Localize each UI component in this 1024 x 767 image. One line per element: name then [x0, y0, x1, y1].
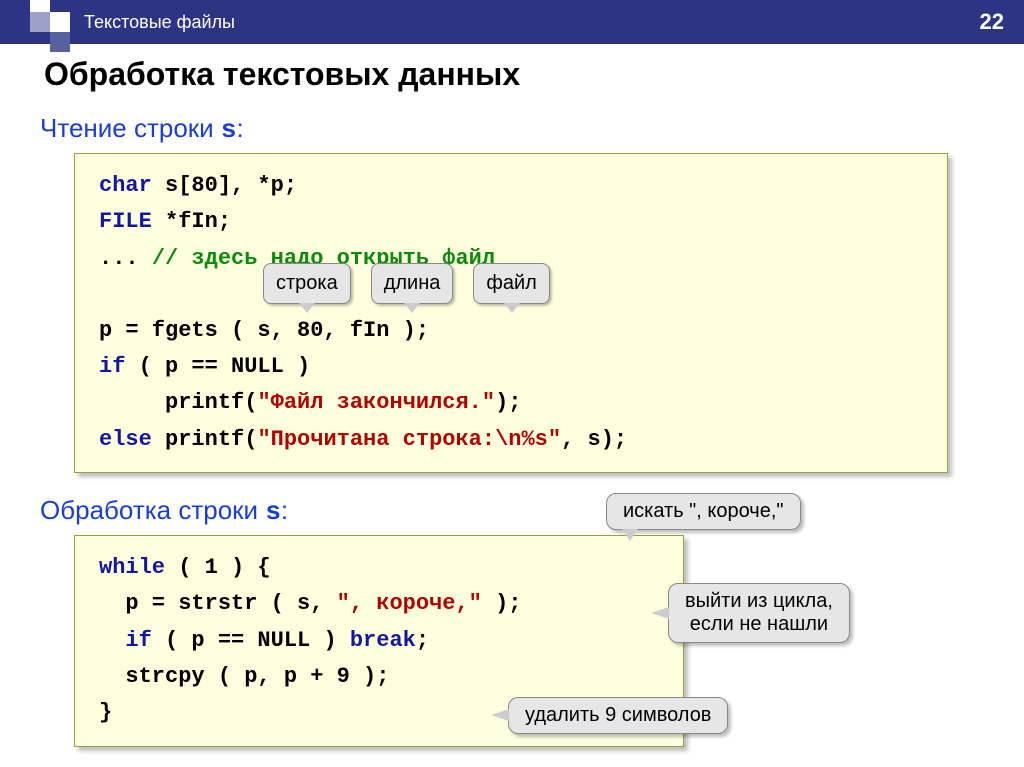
- kw-if2: if: [99, 628, 152, 653]
- code1-l7b: printf(: [152, 427, 258, 452]
- callout-delete-text: удалить 9 символов: [508, 697, 728, 734]
- kw-file: FILE: [99, 209, 152, 234]
- callout-exit: выйти из цикла, если не нашли: [668, 583, 850, 643]
- slide-content: Обработка текстовых данных Чтение строки…: [0, 44, 1024, 747]
- code1-l1b: s[80], *p;: [152, 173, 297, 198]
- code2-l5: }: [99, 700, 112, 725]
- code2-str: ", короче,": [337, 591, 482, 616]
- page-title: Обработка текстовых данных: [44, 56, 984, 93]
- label-file: файл: [473, 263, 549, 304]
- callout-search: искать ", короче,": [606, 493, 801, 530]
- callout-exit-l2: если не нашли: [685, 613, 833, 636]
- section1-suffix: :: [237, 113, 244, 143]
- slide-header: Текстовые файлы 22: [0, 0, 1024, 44]
- header-title: Текстовые файлы: [84, 12, 235, 33]
- code2-l3b: ( p == NULL ): [152, 628, 350, 653]
- callout-delete: удалить 9 символов: [508, 697, 728, 734]
- kw-char: char: [99, 173, 152, 198]
- code1-str2: "Прочитана строка:\n%s": [257, 427, 561, 452]
- section2-var: s: [265, 497, 281, 527]
- code1-l4: p = fgets ( s, 80, fIn );: [99, 318, 429, 343]
- kw-break: break: [350, 628, 416, 653]
- code1-l2b: *fIn;: [152, 209, 231, 234]
- code2-l2a: p = strstr ( s,: [99, 591, 337, 616]
- page-number: 22: [980, 9, 1004, 35]
- section2-prefix: Обработка строки: [40, 495, 265, 525]
- block2-wrap: while ( 1 ) { p = strstr ( s, ", короче,…: [40, 535, 984, 746]
- code1-str1: "Файл закончился.": [257, 390, 495, 415]
- header-decoration: [0, 0, 72, 44]
- code1-l7d: , s);: [561, 427, 627, 452]
- code2-l1b: ( 1 ) {: [165, 555, 271, 580]
- code2-l3d: ;: [416, 628, 429, 653]
- section1-var: s: [221, 115, 237, 145]
- kw-while: while: [99, 555, 165, 580]
- code1-l6c: );: [495, 390, 521, 415]
- code2-l2c: );: [482, 591, 522, 616]
- section1-heading: Чтение строки s:: [40, 113, 984, 145]
- code2-l4: strcpy ( p, p + 9 );: [99, 664, 389, 689]
- code1-l6a: printf(: [99, 390, 257, 415]
- section1-prefix: Чтение строки: [40, 113, 221, 143]
- section2-suffix: :: [281, 495, 288, 525]
- label-string: строка: [263, 263, 351, 304]
- code-block-1: char s[80], *p; FILE *fIn; ... // здесь …: [74, 153, 948, 473]
- kw-if: if: [99, 354, 125, 379]
- callout-exit-box: выйти из цикла, если не нашли: [668, 583, 850, 643]
- callout-search-text: искать ", короче,": [606, 493, 801, 530]
- label-row: строка длина файл: [263, 263, 550, 304]
- kw-else: else: [99, 427, 152, 452]
- callout-exit-l1: выйти из цикла,: [685, 590, 833, 613]
- code1-l3a: ...: [99, 246, 152, 271]
- section2-heading: Обработка строки s:: [40, 495, 984, 527]
- label-length: длина: [371, 263, 454, 304]
- code1-l5b: ( p == NULL ): [125, 354, 310, 379]
